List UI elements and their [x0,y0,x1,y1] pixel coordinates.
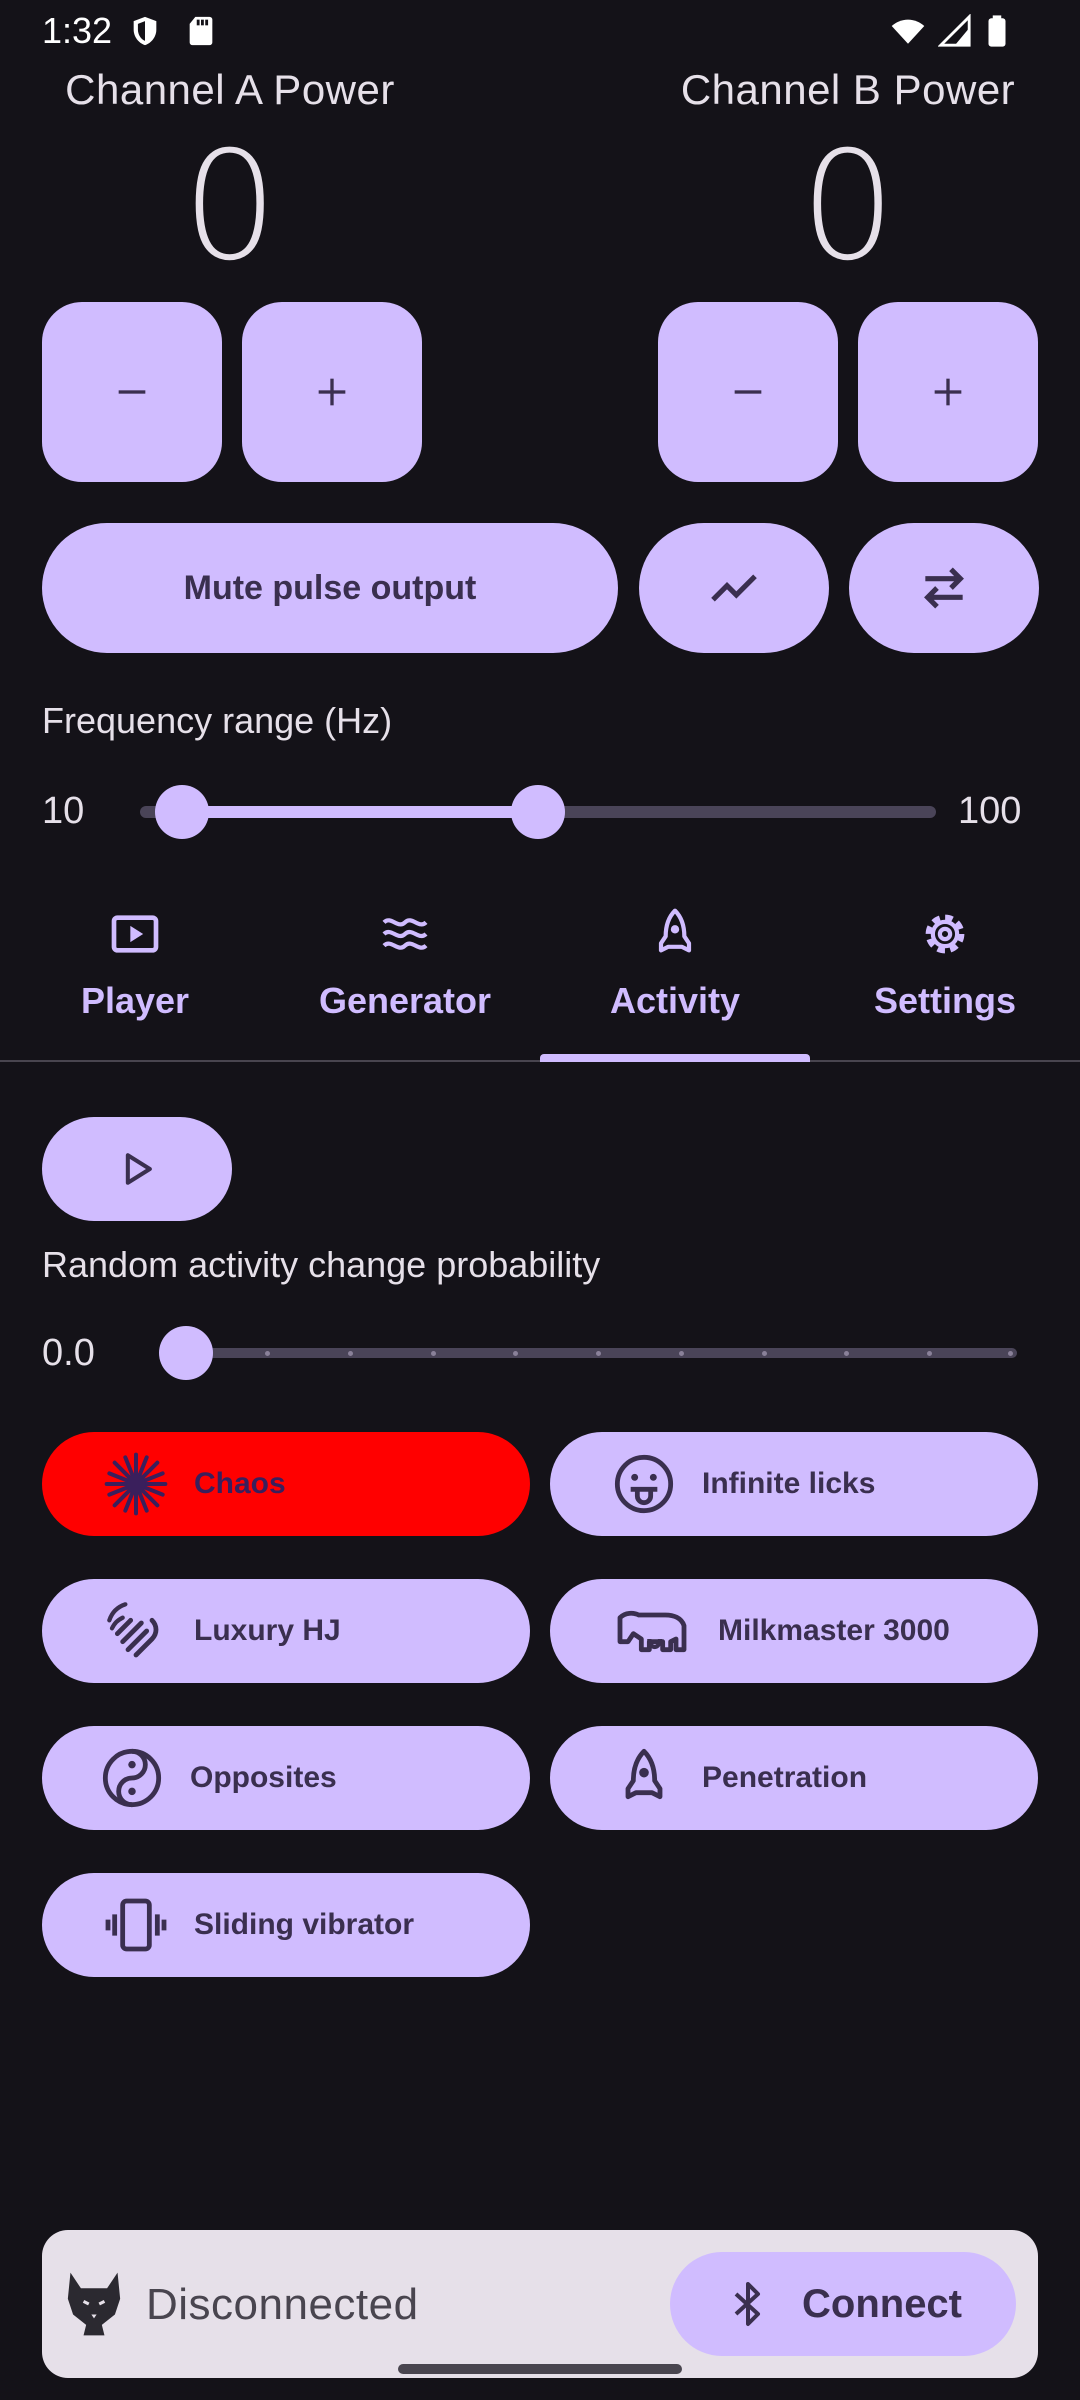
tab-indicator [540,1054,810,1062]
activity-sliding-vibrator-button[interactable]: Sliding vibrator [42,1873,530,1977]
vibrate-icon [105,1898,167,1952]
frequency-max-thumb[interactable] [511,785,565,839]
frequency-slider-active-track [182,806,538,818]
play-icon [125,1153,152,1185]
activity-luxury-hj-button[interactable]: Luxury HJ [42,1579,530,1683]
sd-card-icon [189,16,213,46]
probability-thumb[interactable] [159,1326,213,1380]
mute-pulse-button[interactable]: Mute pulse output [42,523,618,653]
probability-value: 0.0 [42,1332,95,1374]
slider-tick [1008,1351,1013,1356]
frequency-min-label: 10 [42,790,85,832]
activity-milkmaster-label: Milkmaster 3000 [718,1614,950,1647]
plus-icon [934,378,962,406]
frequency-title: Frequency range (Hz) [42,700,393,741]
cow-icon [617,1610,687,1653]
rocket-icon [658,908,692,953]
slider-tick [762,1351,767,1356]
chaos-icon [104,1452,168,1516]
tongue-face-icon [614,1454,674,1514]
gear-icon [925,914,965,954]
tab-player-label: Player [80,980,190,1021]
channel-b-value: 0 [800,120,896,294]
slider-tick [431,1351,436,1356]
signal-icon [938,14,971,47]
channel-b-increase-button[interactable] [858,302,1038,482]
shield-icon [133,16,157,46]
activity-infinite-licks-button[interactable]: Infinite licks [550,1432,1038,1536]
status-bar: 1:32 [0,0,1080,62]
channel-b-decrease-button[interactable] [658,302,838,482]
activity-sliding-vibrator-label: Sliding vibrator [194,1908,415,1941]
tab-generator-label: Generator [318,980,492,1021]
home-indicator[interactable] [398,2364,682,2374]
slider-tick [348,1351,353,1356]
play-activity-button[interactable] [42,1117,232,1221]
swap-channels-button[interactable] [849,523,1039,653]
slider-tick [844,1351,849,1356]
activity-penetration-button[interactable]: Penetration [550,1726,1038,1830]
channel-a-increase-button[interactable] [242,302,422,482]
activity-chaos-button[interactable]: Chaos [42,1432,530,1536]
channel-b-label: Channel B Power [680,66,1016,113]
slider-tick [927,1351,932,1356]
slider-tick [513,1351,518,1356]
tab-activity-label: Activity [609,980,741,1021]
trending-up-icon [711,574,757,602]
channel-a-label: Channel A Power [65,66,395,113]
minus-icon [118,390,146,394]
activity-infinite-licks-label: Infinite licks [702,1467,876,1500]
activity-opposites-label: Opposites [190,1761,337,1794]
tab-settings-label: Settings [873,980,1016,1021]
status-time: 1:32 [42,10,113,51]
tab-generator[interactable]: Generator [270,900,540,1060]
tab-settings[interactable]: Settings [810,900,1080,1060]
activity-chaos-label: Chaos [194,1467,286,1500]
frequency-max-label: 100 [958,790,1022,832]
probability-title: Random activity change probability [42,1244,601,1285]
connect-button[interactable]: Connect [670,2252,1016,2356]
graph-button[interactable] [639,523,829,653]
wifi-icon [891,19,925,44]
battery-icon [988,15,1006,47]
wolf-icon [67,2272,121,2336]
activity-penetration-label: Penetration [702,1761,868,1794]
minus-icon [734,390,762,394]
probability-slider-track[interactable] [165,1348,1017,1358]
rocket-icon [625,1748,663,1800]
activity-opposites-button[interactable]: Opposites [42,1726,530,1830]
swap-icon [924,567,964,609]
plus-icon [318,378,346,406]
slider-tick [265,1351,270,1356]
connect-label: Connect [802,2281,962,2326]
frequency-min-thumb[interactable] [155,785,209,839]
tab-player[interactable]: Player [0,900,270,1060]
connection-status: Disconnected [146,2280,419,2329]
tab-activity[interactable]: Activity [540,900,810,1060]
bluetooth-icon [734,2282,760,2326]
activity-milkmaster-button[interactable]: Milkmaster 3000 [550,1579,1038,1683]
channel-a-value: 0 [182,120,278,294]
waves-icon [382,918,428,950]
channel-a-decrease-button[interactable] [42,302,222,482]
slider-tick [679,1351,684,1356]
hand-icon [107,1602,159,1658]
activity-luxury-hj-label: Luxury HJ [194,1614,341,1647]
slider-tick [596,1351,601,1356]
yin-yang-icon [102,1748,162,1808]
play-box-icon [111,915,159,953]
